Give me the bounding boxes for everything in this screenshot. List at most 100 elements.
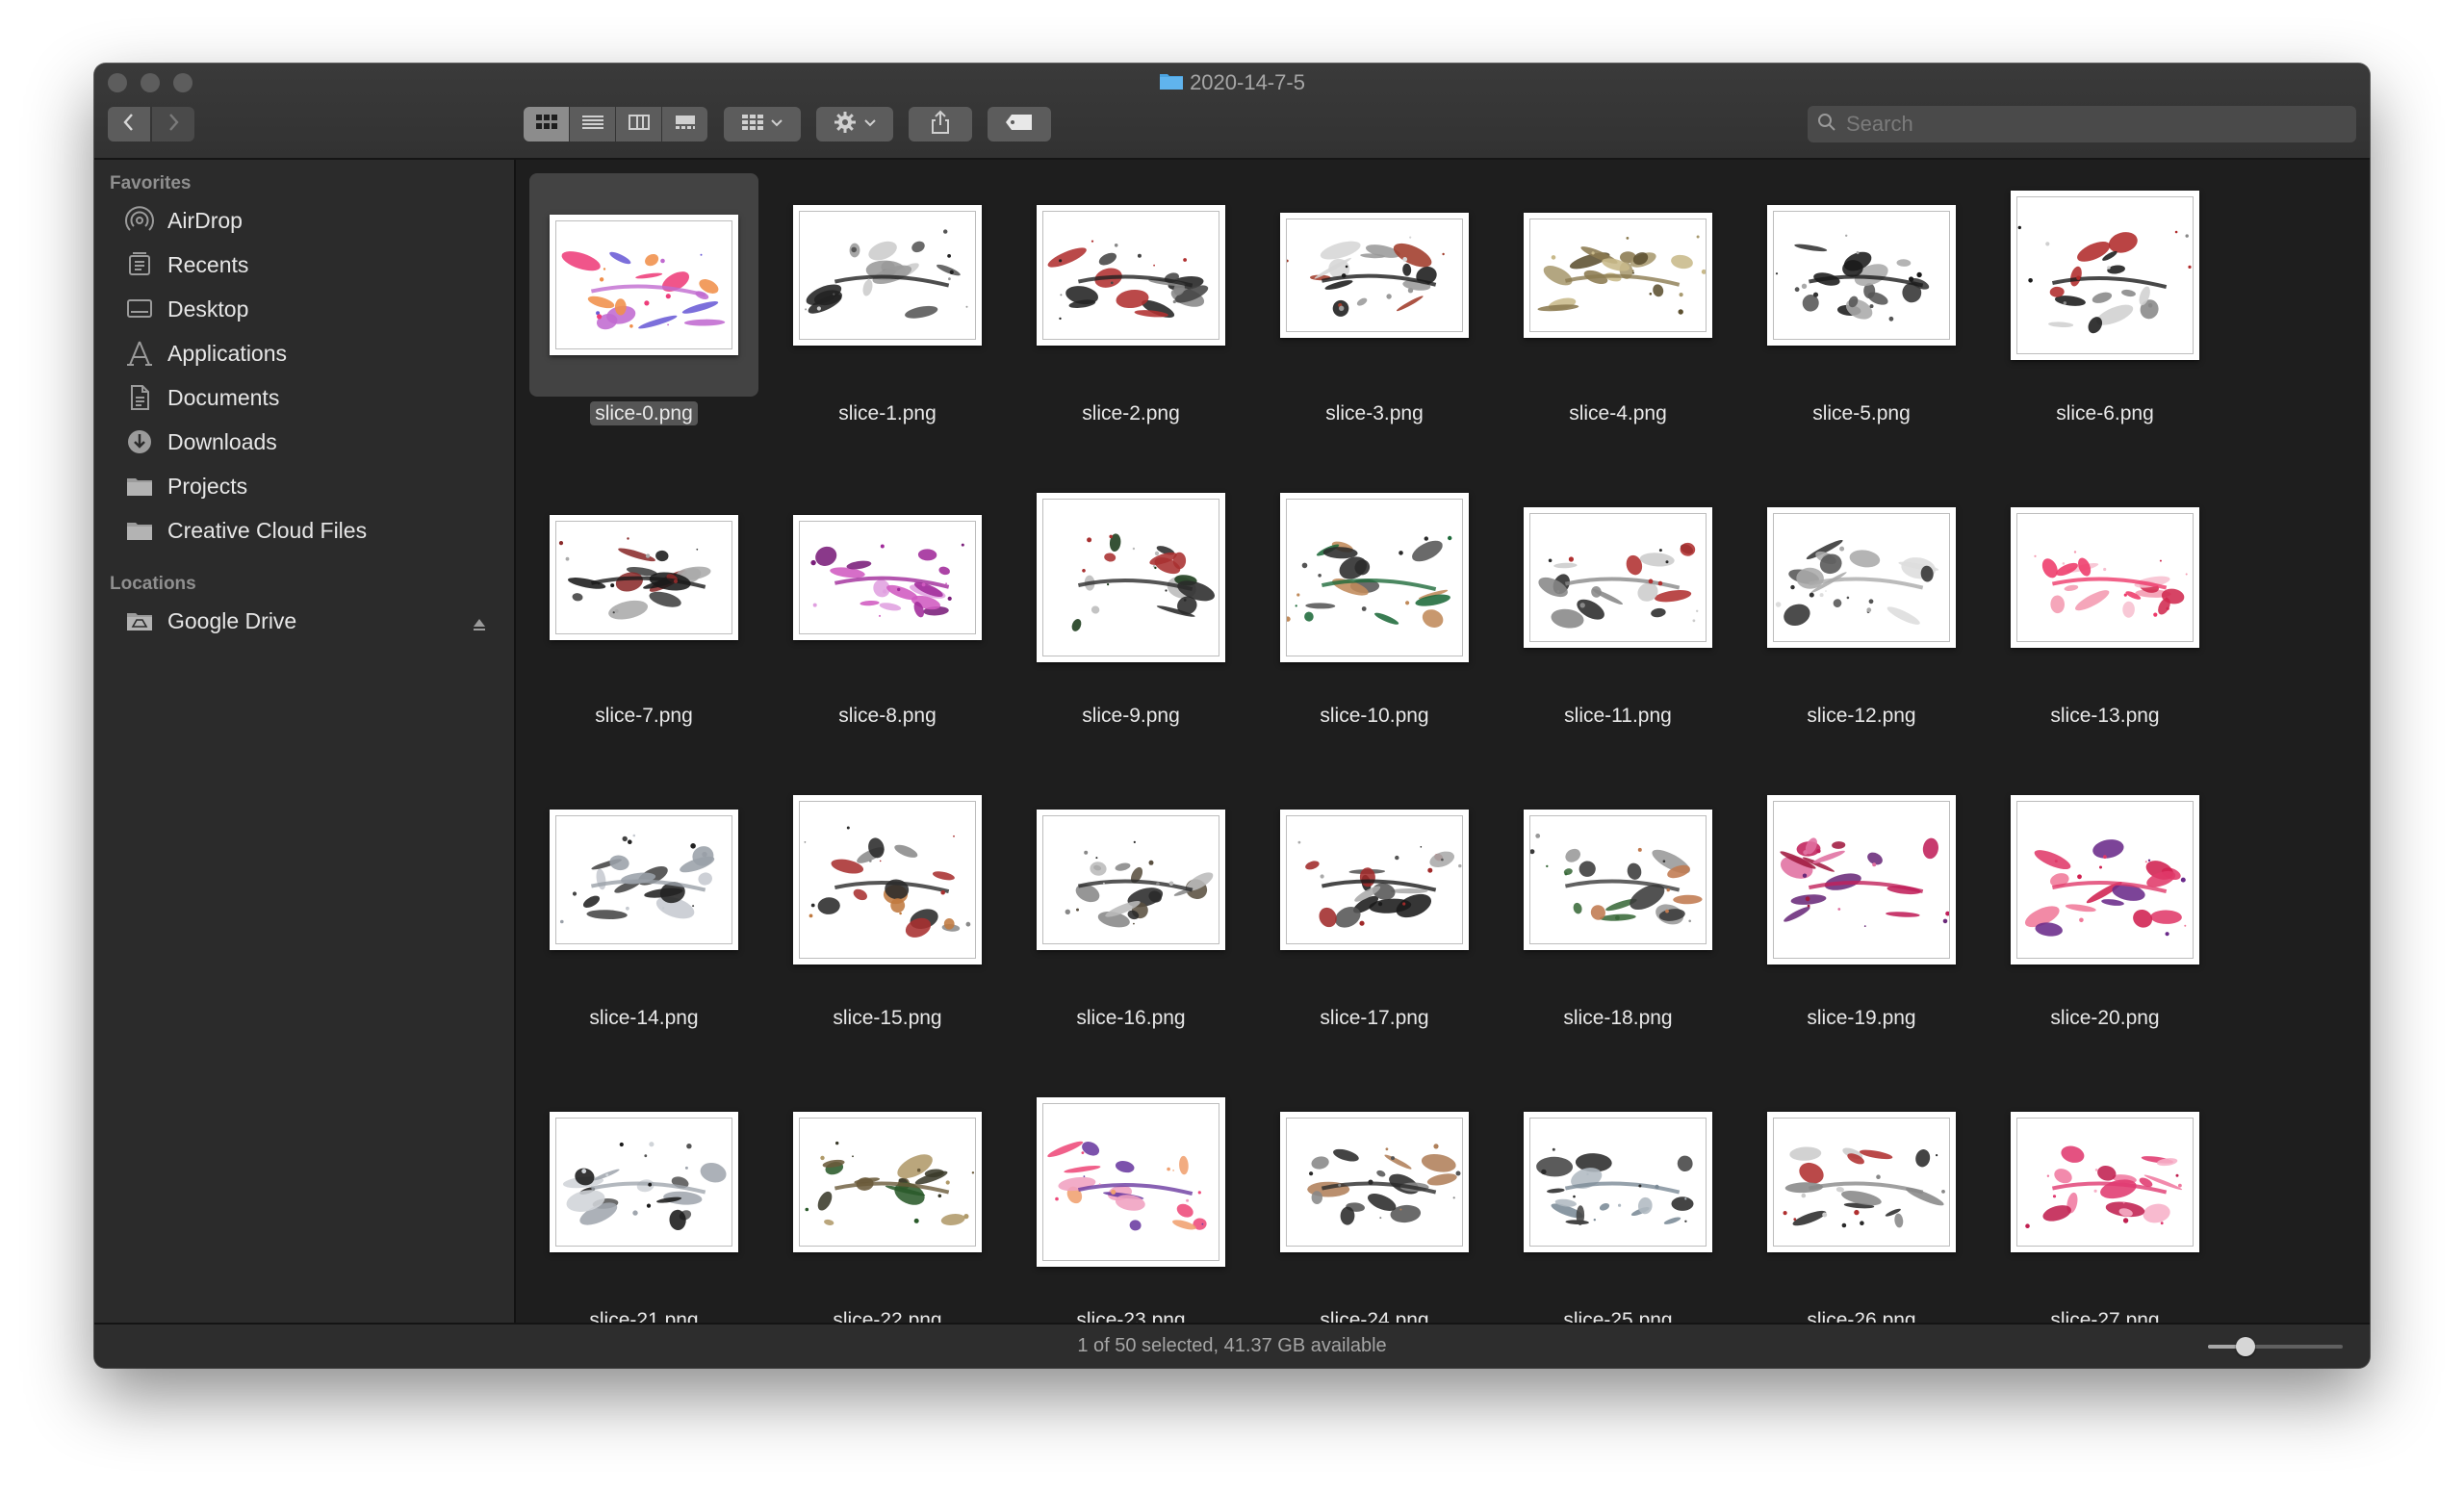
- image-thumbnail: [1524, 507, 1712, 648]
- file-name-label: slice-6.png: [1994, 402, 2216, 425]
- file-item[interactable]: slice-12.png: [1751, 472, 1972, 741]
- file-item[interactable]: slice-13.png: [1994, 472, 2216, 741]
- sidebar-item-google-drive[interactable]: Google Drive: [94, 599, 514, 643]
- share-button[interactable]: [909, 107, 972, 141]
- file-name: slice-0.png: [590, 401, 698, 425]
- drive-icon: [123, 605, 156, 637]
- image-thumbnail: [793, 795, 982, 965]
- tags-button[interactable]: [988, 107, 1051, 141]
- eject-icon[interactable]: [472, 612, 487, 638]
- file-item[interactable]: slice-7.png: [533, 472, 755, 741]
- file-name-label: slice-3.png: [1264, 402, 1485, 425]
- file-item[interactable]: slice-8.png: [777, 472, 998, 741]
- sidebar-item-creative-cloud-files[interactable]: Creative Cloud Files: [94, 508, 514, 553]
- group-by-button[interactable]: [724, 107, 801, 141]
- sidebar-item-recents[interactable]: Recents: [94, 243, 514, 287]
- thumbnail-container: [1032, 1086, 1230, 1278]
- tag-icon: [1005, 114, 1034, 136]
- file-item[interactable]: slice-18.png: [1507, 774, 1729, 1043]
- file-item[interactable]: slice-5.png: [1751, 169, 1972, 439]
- sidebar-item-documents[interactable]: Documents: [94, 375, 514, 420]
- sidebar-item-applications[interactable]: Applications: [94, 331, 514, 375]
- icon-size-slider[interactable]: [2208, 1334, 2343, 1359]
- thumbnail-frame: [1529, 513, 1707, 642]
- share-icon: [930, 110, 951, 140]
- thumbnail-container: [1275, 481, 1474, 674]
- list-icon: [581, 115, 603, 135]
- sidebar-item-desktop[interactable]: Desktop: [94, 287, 514, 331]
- file-name: slice-3.png: [1325, 402, 1424, 424]
- image-thumbnail: [2011, 191, 2199, 360]
- file-item[interactable]: slice-2.png: [1020, 169, 1242, 439]
- image-thumbnail: [793, 1112, 982, 1252]
- file-item[interactable]: slice-23.png: [1020, 1076, 1242, 1346]
- file-item[interactable]: slice-17.png: [1264, 774, 1485, 1043]
- sidebar-item-label: Desktop: [167, 296, 249, 322]
- file-item[interactable]: slice-24.png: [1264, 1076, 1485, 1346]
- file-name: slice-5.png: [1812, 402, 1911, 424]
- file-item[interactable]: slice-22.png: [777, 1076, 998, 1346]
- file-item[interactable]: slice-20.png: [1994, 774, 2216, 1043]
- file-item[interactable]: slice-14.png: [533, 774, 755, 1043]
- icon-view-button[interactable]: [524, 107, 569, 141]
- file-item[interactable]: slice-6.png: [1994, 169, 2216, 439]
- file-name-label: slice-10.png: [1264, 705, 1485, 728]
- thumbnail-container: [545, 784, 743, 976]
- file-name: slice-6.png: [2056, 402, 2154, 424]
- sidebar-item-projects[interactable]: Projects: [94, 464, 514, 508]
- list-view-button[interactable]: [570, 107, 615, 141]
- file-name-label: slice-17.png: [1264, 1007, 1485, 1030]
- file-item[interactable]: slice-15.png: [777, 774, 998, 1043]
- file-item[interactable]: slice-1.png: [777, 169, 998, 439]
- file-item[interactable]: slice-27.png: [1994, 1076, 2216, 1346]
- sidebar-item-airdrop[interactable]: AirDrop: [94, 198, 514, 243]
- thumbnail-container: [788, 784, 987, 976]
- folder-icon: [1159, 70, 1184, 97]
- file-name-label: slice-15.png: [777, 1007, 998, 1030]
- sidebar-item-label: Google Drive: [167, 607, 297, 633]
- thumbnail-frame: [1285, 499, 1463, 656]
- file-item[interactable]: slice-0.png: [529, 169, 758, 439]
- file-item[interactable]: slice-25.png: [1507, 1076, 1729, 1346]
- image-thumbnail: [1280, 493, 1469, 662]
- file-name-label: slice-5.png: [1751, 402, 1972, 425]
- image-thumbnail: [1280, 810, 1469, 950]
- slider-knob[interactable]: [2236, 1337, 2256, 1356]
- image-thumbnail: [1767, 507, 1956, 648]
- image-thumbnail: [550, 215, 738, 355]
- favorites-list: AirDrop Recents Desktop Applications Documen…: [94, 198, 514, 553]
- column-view-button[interactable]: [616, 107, 661, 141]
- file-item[interactable]: slice-10.png: [1264, 472, 1485, 741]
- thumbnail-frame: [2016, 513, 2194, 642]
- image-thumbnail: [2011, 1112, 2199, 1252]
- search-field[interactable]: [1808, 106, 2356, 142]
- file-item[interactable]: slice-4.png: [1507, 169, 1729, 439]
- sidebar-item-downloads[interactable]: Downloads: [94, 420, 514, 464]
- forward-button[interactable]: [152, 107, 194, 141]
- sidebar: Favorites AirDrop Recents Desktop Applicati…: [94, 160, 516, 1325]
- file-name: slice-17.png: [1320, 1007, 1429, 1029]
- back-button[interactable]: [108, 107, 150, 141]
- sidebar-item-label: Recents: [167, 251, 249, 277]
- file-item[interactable]: slice-16.png: [1020, 774, 1242, 1043]
- action-menu-button[interactable]: [816, 107, 893, 141]
- file-item[interactable]: slice-19.png: [1751, 774, 1972, 1043]
- thumbnail-frame: [1529, 1118, 1707, 1247]
- thumbnail-container: [1762, 179, 1961, 372]
- gallery-view-button[interactable]: [662, 107, 707, 141]
- folder-icon: [123, 470, 156, 502]
- search-input[interactable]: [1844, 111, 2329, 138]
- file-name: slice-13.png: [2050, 705, 2160, 727]
- chevron-right-icon: [167, 113, 180, 137]
- file-name: slice-12.png: [1807, 705, 1916, 727]
- file-item[interactable]: slice-21.png: [533, 1076, 755, 1346]
- file-item[interactable]: slice-26.png: [1751, 1076, 1972, 1346]
- image-thumbnail: [1037, 205, 1225, 346]
- thumbnail-frame: [555, 815, 732, 944]
- thumbnail-container: [545, 481, 743, 674]
- finder-window: 2020-14-7-5 Search Favorites AirDrop Rec…: [94, 64, 2370, 1368]
- file-item[interactable]: slice-11.png: [1507, 472, 1729, 741]
- file-item[interactable]: slice-9.png: [1020, 472, 1242, 741]
- file-item[interactable]: slice-3.png: [1264, 169, 1485, 439]
- thumbnail-frame: [799, 801, 976, 959]
